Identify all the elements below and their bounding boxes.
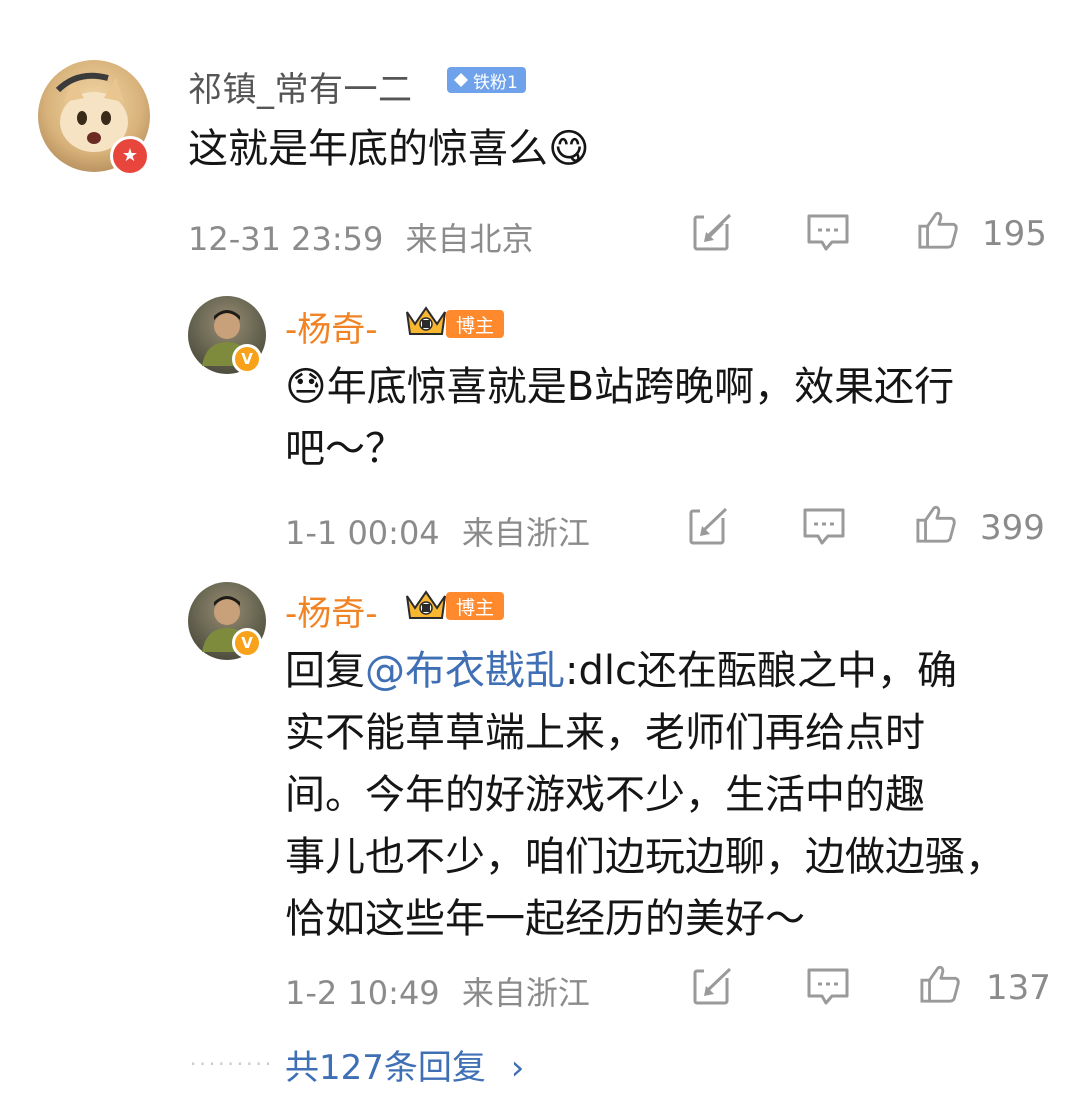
share-icon[interactable] [692,966,736,1006]
reply-line: 吧～？ [285,426,405,472]
comment-meta: 12-31 23:59 来自北京 [188,214,534,260]
diamond-icon [454,73,468,87]
reply-line: 间。今年的好游戏不少，生活中的趣 [285,772,925,818]
comment-text: 这就是年底的惊喜么😋 [188,118,590,180]
like-count: 399 [980,508,1045,548]
comment-icon[interactable] [806,966,850,1006]
verified-v-badge: V [232,628,262,658]
v-icon: V [241,349,253,368]
author-name[interactable]: -杨奇- [285,302,378,351]
reply-text: 回复@布衣戡乱:dlc还在酝酿之中，确 实不能草草端上来，老师们再给点时 间。今… [285,640,1005,950]
reply-meta: 1-1 00:04 来自浙江 [285,508,590,554]
emoji: 😓 [285,364,327,410]
mention-link[interactable]: @布衣戡乱 [365,648,565,694]
reply-text: 😓年底惊喜就是B站跨晚啊，效果还行 吧～？ [285,356,954,480]
reply-line: 年底惊喜就是B站跨晚啊，效果还行 [326,364,955,410]
comment-body: 这就是年底的惊喜么 [188,126,548,172]
host-badge: 博主 [446,310,505,338]
like-icon[interactable] [916,210,960,250]
more-replies-link[interactable]: 共127条回复 › [285,1040,524,1089]
fan-badge-label: 铁粉1 [473,72,518,93]
emoji: 😋 [548,126,590,172]
location: 来自北京 [405,220,534,258]
verified-v-badge: V [232,344,262,374]
like-count: 137 [986,968,1051,1008]
divider-dots: ········· [190,1052,275,1076]
host-badge: 博主 [446,592,505,620]
fan-badge: 铁粉1 [447,67,526,93]
location: 来自浙江 [461,974,590,1012]
timestamp: 12-31 23:59 [188,220,384,258]
location: 来自浙江 [461,514,590,552]
reply-line: 实不能草草端上来，老师们再给点时 [285,710,925,756]
like-icon[interactable] [914,504,958,544]
share-icon[interactable] [688,506,732,546]
v-icon: V [241,633,253,652]
reply-line: :dlc还在酝酿之中，确 [565,648,957,694]
timestamp: 1-2 10:49 [285,974,440,1012]
comment-icon[interactable] [806,212,850,252]
reply-line: 恰如这些年一起经历的美好～ [285,896,805,942]
like-count: 195 [982,214,1047,254]
share-icon[interactable] [692,212,736,252]
reply-meta: 1-2 10:49 来自浙江 [285,968,590,1014]
author-name[interactable]: -杨奇- [285,586,378,635]
crown-icon [406,306,446,335]
reply-prefix: 回复 [285,648,365,694]
timestamp: 1-1 00:04 [285,514,440,552]
author-name[interactable]: 祁镇_常有一二 [188,62,413,111]
comment-icon[interactable] [802,506,846,546]
star-icon: ★ [121,145,139,166]
reply-line: 事儿也不少，咱们边玩边聊，边做边骚， [285,834,1005,880]
more-replies-label: 共127条回复 [285,1048,486,1088]
chevron-right-icon: › [510,1048,525,1088]
verified-badge: ★ [110,136,150,176]
crown-icon [406,590,446,619]
like-icon[interactable] [918,964,962,1004]
